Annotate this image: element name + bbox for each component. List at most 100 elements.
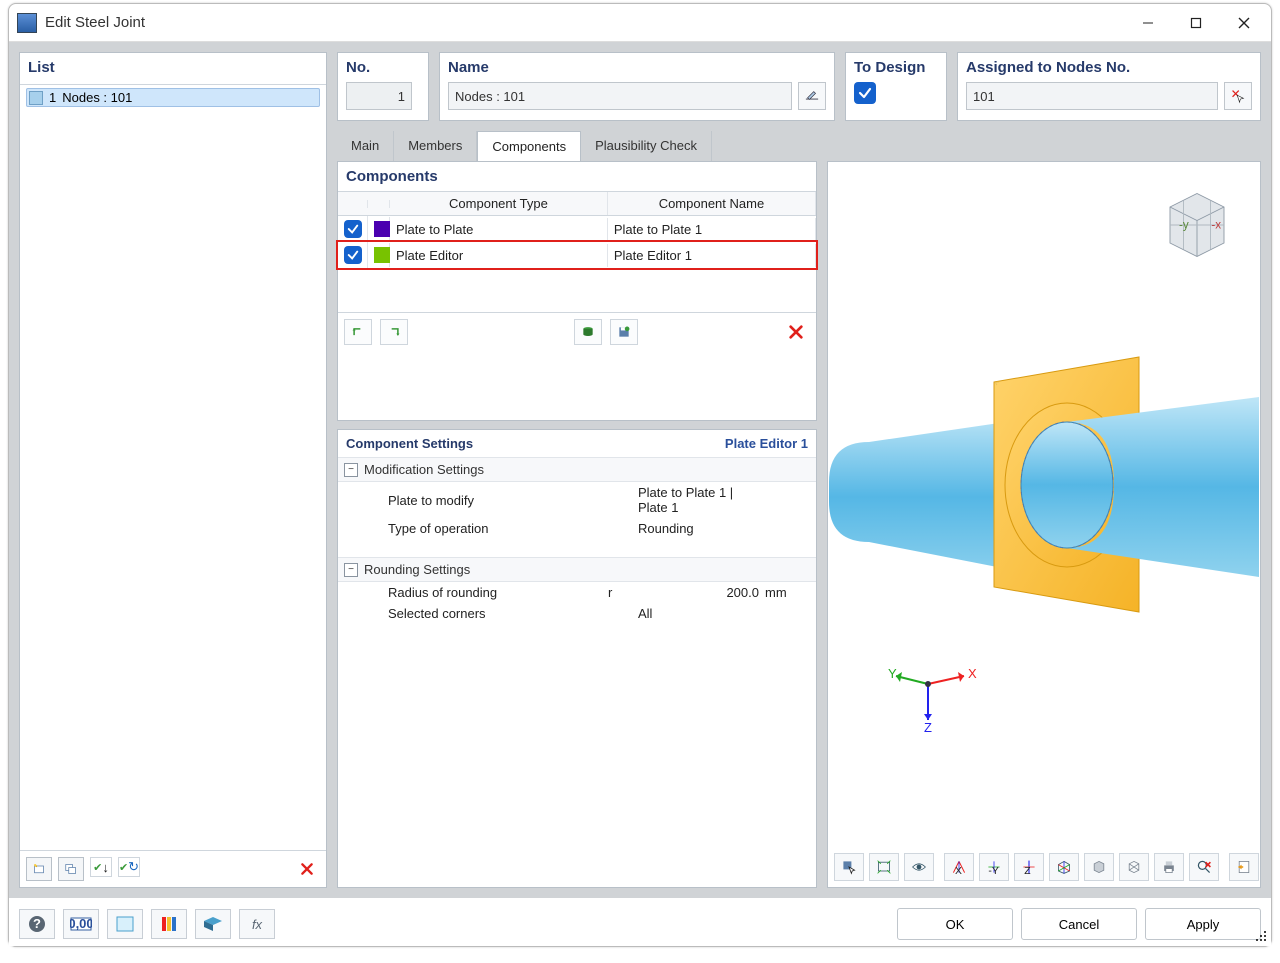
vp-axis-z-button[interactable]: Z [1014, 853, 1044, 881]
checkbox-todesign[interactable] [854, 82, 876, 104]
input-assigned[interactable] [966, 82, 1218, 110]
input-name[interactable] [448, 82, 792, 110]
col-type: Component Type [390, 192, 608, 215]
recheck-button[interactable]: ✔︎↻ [118, 857, 140, 877]
tab-components[interactable]: Components [477, 131, 581, 161]
row-checkbox[interactable] [344, 220, 362, 238]
svg-text:X: X [968, 666, 977, 681]
row-name: Plate Editor 1 [608, 244, 816, 267]
svg-text:fx: fx [252, 917, 263, 932]
help-button[interactable]: ? [19, 909, 55, 939]
formula-button[interactable]: fx [239, 909, 275, 939]
row-type-op[interactable]: Type of operation Rounding [338, 518, 816, 539]
row-corners[interactable]: Selected corners All [338, 603, 816, 624]
blank-view-button[interactable] [107, 909, 143, 939]
row-checkbox[interactable] [344, 246, 362, 264]
table-row[interactable]: Plate to Plate Plate to Plate 1 [338, 216, 816, 242]
window-title: Edit Steel Joint [45, 14, 1125, 31]
row-plate-modify[interactable]: Plate to modify Plate to Plate 1 | Plate… [338, 482, 816, 518]
row-name: Plate to Plate 1 [608, 218, 816, 241]
group-rounding[interactable]: − Rounding Settings [338, 557, 816, 582]
row-type: Plate to Plate [390, 218, 608, 241]
list-panel: List 1 Nodes : 101 ✔︎↓ ✔︎↻ [19, 52, 327, 888]
components-panel: Components Component Type Component Name [337, 161, 817, 421]
group-modification[interactable]: − Modification Settings [338, 457, 816, 482]
list-item-index: 1 [49, 90, 56, 105]
svg-text:-x: -x [1211, 219, 1221, 232]
svg-text:-y: -y [1179, 219, 1189, 232]
k: Selected corners [388, 606, 608, 621]
sym: r [608, 585, 638, 600]
svg-text:?: ? [33, 916, 41, 931]
table-row[interactable]: Plate Editor Plate Editor 1 [338, 242, 816, 268]
apply-button[interactable]: Apply [1145, 908, 1261, 940]
settings-header-right: Plate Editor 1 [725, 436, 808, 451]
vp-axis-iso-button[interactable] [1049, 853, 1079, 881]
group-mod-title: Modification Settings [364, 462, 484, 477]
minimize-button[interactable] [1125, 8, 1171, 38]
row-color-swatch [374, 247, 390, 263]
input-no[interactable] [346, 82, 412, 110]
list-item-color-icon [29, 91, 43, 105]
tabs: Main Members Components Plausibility Che… [337, 131, 1261, 161]
vp-print-button[interactable] [1154, 853, 1184, 881]
settings-header: Component Settings [346, 436, 473, 451]
svg-text:Y: Y [888, 666, 897, 681]
vp-detach-button[interactable] [1229, 853, 1259, 881]
field-todesign: To Design [845, 52, 947, 121]
svg-text:Z: Z [1024, 866, 1031, 877]
k: Plate to modify [388, 493, 608, 508]
delete-item-button[interactable] [294, 857, 320, 881]
label-todesign: To Design [854, 57, 938, 82]
vp-wireframe-button[interactable] [1119, 853, 1149, 881]
viewport-toolbar: X -Y Z [834, 853, 1254, 881]
group-round-title: Rounding Settings [364, 562, 470, 577]
list-tree[interactable]: 1 Nodes : 101 [20, 84, 326, 850]
ok-button[interactable]: OK [897, 908, 1013, 940]
check-all-button[interactable]: ✔︎↓ [90, 857, 112, 877]
move-up-button[interactable] [344, 319, 372, 345]
pick-nodes-button[interactable] [1224, 82, 1252, 110]
label-assigned: Assigned to Nodes No. [966, 57, 1252, 82]
unit: mm [765, 585, 810, 600]
library-button[interactable] [574, 319, 602, 345]
stress-view-button[interactable] [151, 909, 187, 939]
tab-plausibility[interactable]: Plausibility Check [581, 131, 712, 161]
screenshot-button[interactable] [195, 909, 231, 939]
units-button[interactable]: 0,00 [63, 909, 99, 939]
list-item[interactable]: 1 Nodes : 101 [26, 88, 320, 107]
close-button[interactable] [1221, 8, 1267, 38]
save-library-button[interactable] [610, 319, 638, 345]
vp-shaded-button[interactable] [1084, 853, 1114, 881]
delete-component-button[interactable] [782, 319, 810, 345]
label-name: Name [448, 57, 826, 82]
nav-cube[interactable]: -y -x [1152, 180, 1242, 273]
vp-axis-x-button[interactable]: X [944, 853, 974, 881]
vp-clear-search-button[interactable] [1189, 853, 1219, 881]
rename-button[interactable] [798, 82, 826, 110]
row-radius[interactable]: Radius of rounding r 200.0 mm [338, 582, 816, 603]
vp-zoom-fit-button[interactable] [869, 853, 899, 881]
new-item-button[interactable] [26, 857, 52, 881]
col-name: Component Name [608, 192, 816, 215]
axis-triad: X Y Z [888, 654, 978, 737]
components-toolbar [338, 312, 816, 351]
resize-grip-icon[interactable] [1255, 930, 1267, 942]
top-fields: No. Name To Design [337, 52, 1261, 121]
viewport-scene [828, 342, 1260, 642]
vp-select-button[interactable] [834, 853, 864, 881]
vp-visibility-button[interactable] [904, 853, 934, 881]
v: All [638, 606, 765, 621]
collapse-icon[interactable]: − [344, 463, 358, 477]
move-down-button[interactable] [380, 319, 408, 345]
vp-axis-ny-button[interactable]: -Y [979, 853, 1009, 881]
svg-text:Z: Z [924, 720, 932, 734]
maximize-button[interactable] [1173, 8, 1219, 38]
cancel-button[interactable]: Cancel [1021, 908, 1137, 940]
duplicate-item-button[interactable] [58, 857, 84, 881]
viewport-3d[interactable]: -y -x [827, 161, 1261, 888]
tab-members[interactable]: Members [394, 131, 477, 161]
k: Type of operation [388, 521, 608, 536]
tab-main[interactable]: Main [337, 131, 394, 161]
collapse-icon[interactable]: − [344, 563, 358, 577]
